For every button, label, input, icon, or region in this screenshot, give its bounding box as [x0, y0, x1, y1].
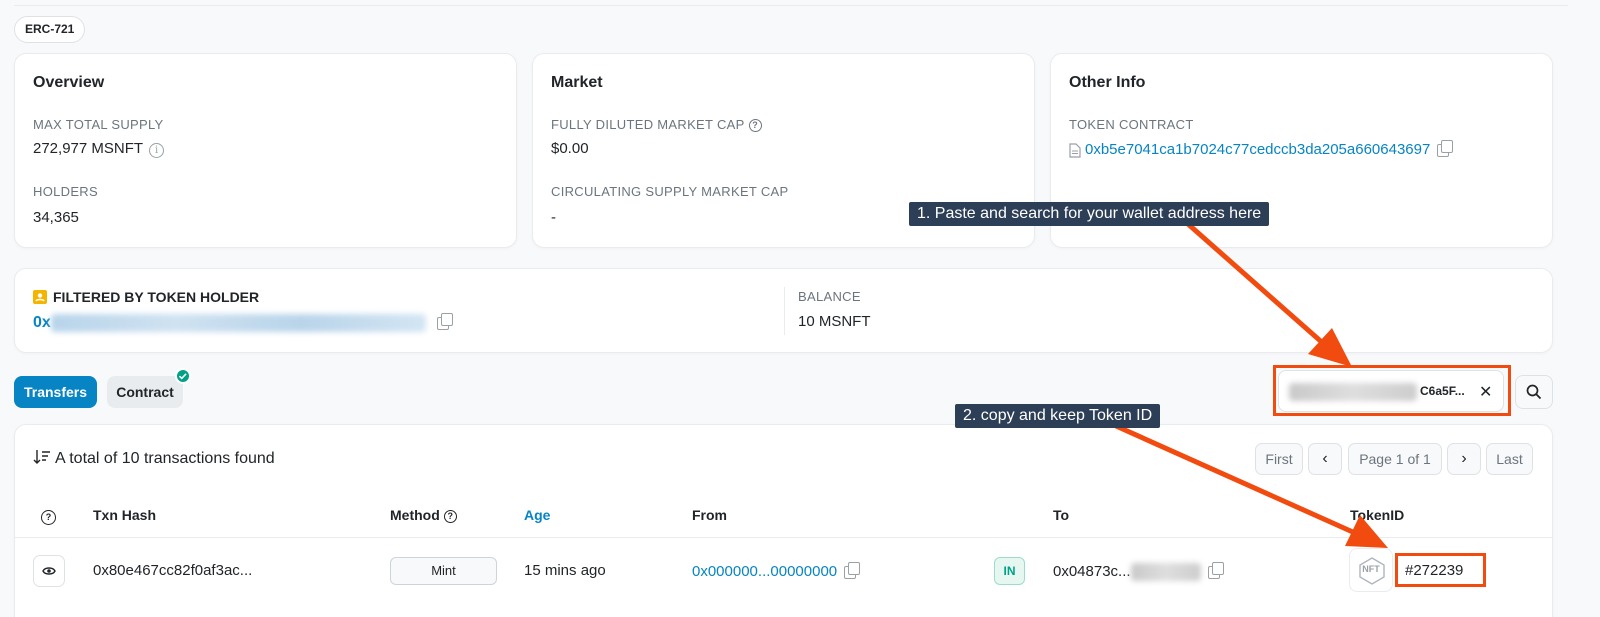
annotation-arrows: [1114, 222, 1388, 548]
annotation-step2: 2. copy and keep Token ID: [955, 404, 1161, 428]
annotation-step1: 1. Paste and search for your wallet addr…: [909, 202, 1270, 226]
